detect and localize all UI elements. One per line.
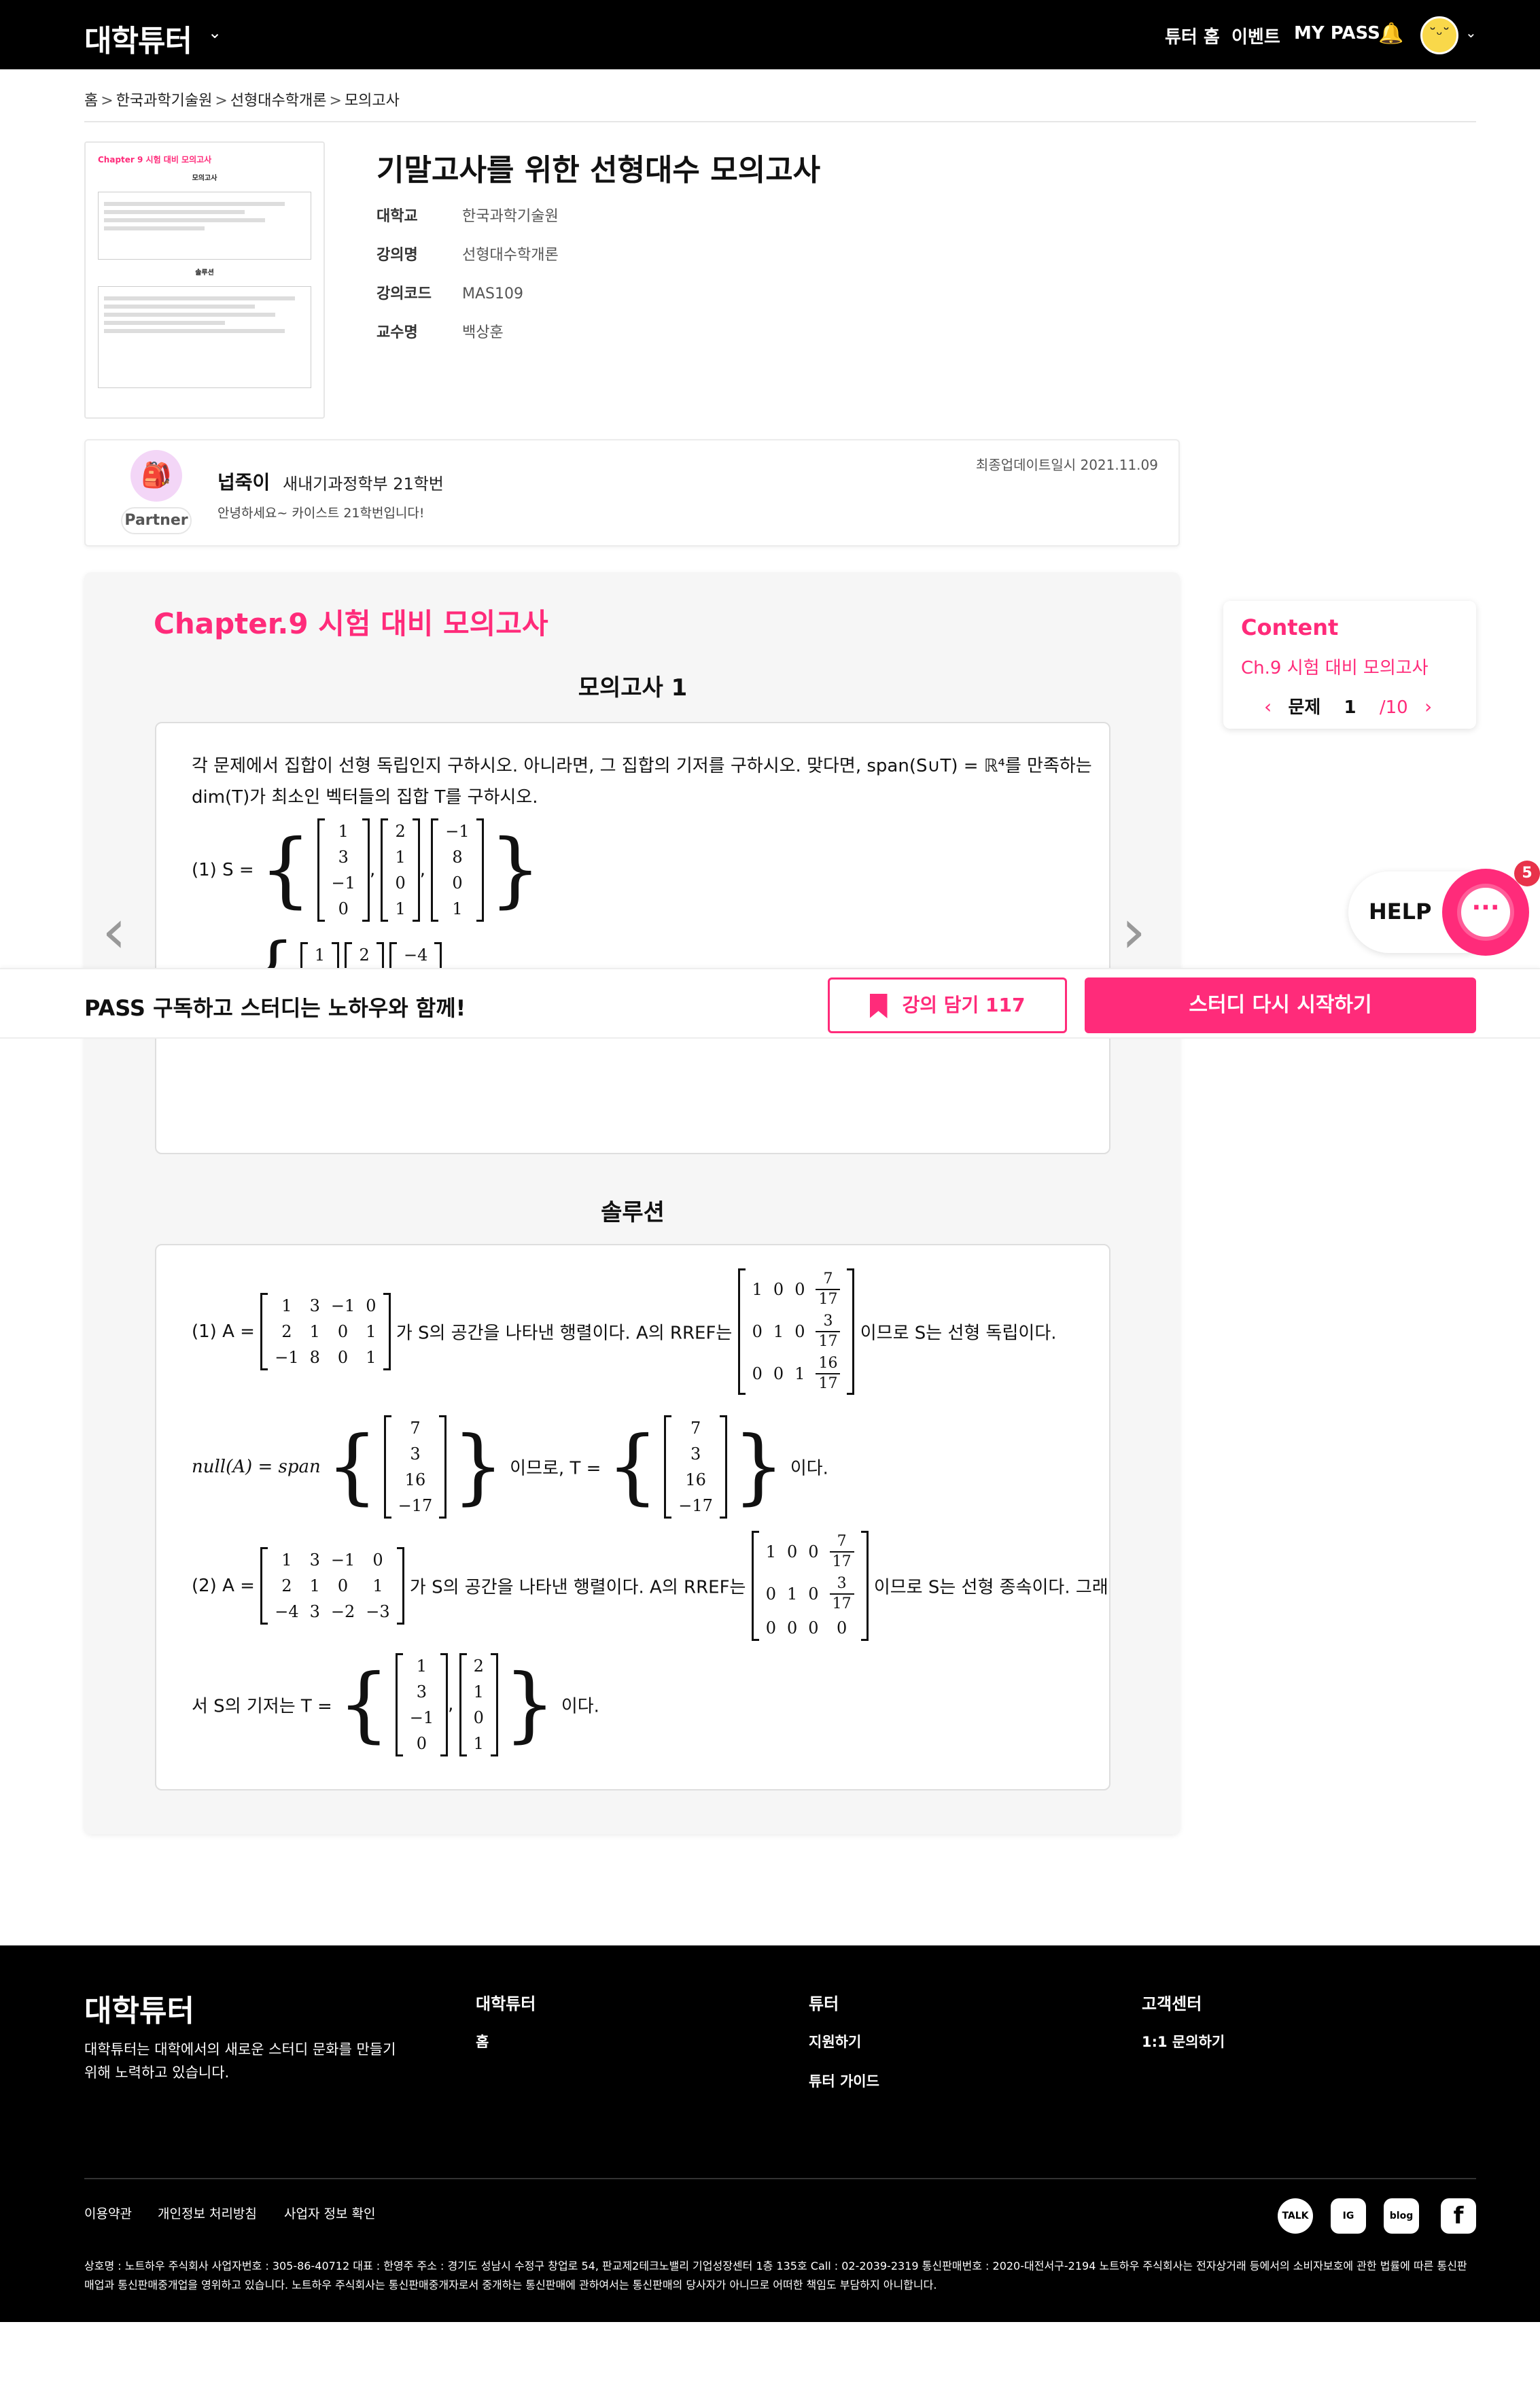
- help-label[interactable]: HELP: [1369, 899, 1431, 924]
- partner-card: 🎒 Partner 넙죽이 새내기과정학부 21학번 안녕하세요~ 카이스트 2…: [84, 439, 1180, 547]
- footer-privacy[interactable]: 개인정보 처리방침: [158, 2204, 257, 2222]
- footer-business-info[interactable]: 사업자 정보 확인: [284, 2204, 375, 2222]
- bookmark-button[interactable]: 강의 담기 117: [828, 977, 1067, 1033]
- breadcrumb: 홈 > 한국과학기술원 > 선형대수학개론 > 모의고사: [84, 92, 400, 109]
- chevron-down-icon[interactable]: ⌄: [208, 23, 222, 42]
- site-logo[interactable]: 대학튜터: [84, 16, 192, 60]
- last-updated: 최종업데이트일시 2021.11.09: [975, 457, 1158, 473]
- vector: 2101: [459, 1653, 498, 1756]
- rref-matrix: 1 0 0 7 17 0 1 0 3 17 0 0 1 16 17: [737, 1268, 855, 1395]
- rref-matrix: 1 0 0 7 17 0 1 0 3 17 0000: [751, 1531, 869, 1641]
- partner-name: 넙죽이: [217, 471, 270, 493]
- info-professor: 교수명 백상훈: [377, 324, 504, 341]
- restart-study-button[interactable]: 스터디 다시 시작하기: [1085, 977, 1476, 1033]
- vector: 7 3 16 −17: [664, 1415, 727, 1519]
- problem-heading: 모의고사 1: [578, 674, 688, 702]
- partner-greeting: 안녕하세요~ 카이스트 21학번입니다!: [217, 506, 425, 521]
- blog-icon[interactable]: blog: [1384, 2198, 1419, 2234]
- problem-set-s: (1) S = { 1 3 −1 0, 2101, −1 8 0 1 }: [192, 818, 541, 922]
- problem-set-s2-clipped: { 13 21 −43: [251, 934, 442, 969]
- sticky-cta-bar: PASS 구독하고 스터디는 노하우와 함께! 강의 담기 117 스터디 다시…: [0, 968, 1540, 1039]
- footer-col-title: 대학튜터: [476, 1994, 536, 2013]
- course-thumbnail: Chapter 9 시험 대비 모의고사 모의고사 솔루션: [84, 141, 325, 419]
- solution-box: (1) A = 1 3 −1 0 2101 −1 8 0 1 가 S의 공간을 나타낸 행렬…: [155, 1244, 1110, 1790]
- footer-link-home[interactable]: 홈: [476, 2031, 489, 2051]
- thumb-subtitle: 솔루션: [195, 269, 214, 277]
- footer-legal-text: 상호명 : 노트하우 주식회사 사업자번호 : 305-86-40712 대표 …: [84, 2259, 1467, 2291]
- problem-number-input[interactable]: 1: [1327, 697, 1374, 718]
- footer-col-title: 고객센터: [1142, 1994, 1202, 2013]
- cta-text: PASS 구독하고 스터디는 노하우와 함께!: [84, 995, 466, 1021]
- footer-col-title: 튜터: [809, 1994, 839, 2013]
- null-space-line: null(A) = span { 7 3 16 −17 } 이므로, T = { 73…: [192, 1415, 828, 1519]
- facebook-icon[interactable]: f: [1441, 2198, 1476, 2234]
- footer-link-guide[interactable]: 튜터 가이드: [809, 2071, 879, 2091]
- basis-line: 서 S의 기저는 T = { 1 3 −1 0, 2101 } 이다.: [192, 1653, 599, 1756]
- info-university: 대학교 한국과학기술원: [377, 208, 559, 225]
- partner-department: 새내기과정학부 21학번: [283, 474, 444, 493]
- footer-logo[interactable]: 대학튜터: [84, 1986, 194, 2030]
- top-header: 대학튜터 ⌄ 튜터 홈 이벤트 MY PASS 🔔 ˘ᵕ˘ ⌄: [0, 0, 1540, 69]
- thumb-subtitle: 모의고사: [192, 175, 217, 182]
- nav-tutor-home[interactable]: 튜터 홈: [1165, 23, 1220, 48]
- footer-description: 대학튜터는 대학에서의 새로운 스터디 문화를 만들기 위해 노력하고 있습니다…: [84, 2041, 396, 2081]
- thumb-title: Chapter 9 시험 대비 모의고사: [98, 155, 212, 164]
- footer-divider: [84, 2178, 1476, 2179]
- vector: 1 3 −1 0: [317, 818, 370, 922]
- vector: 1 3 −1 0: [395, 1653, 449, 1756]
- chevron-down-icon[interactable]: ⌄: [1465, 24, 1477, 41]
- problem-label: 문제: [1288, 697, 1321, 718]
- divider: [84, 121, 1476, 122]
- prev-arrow-icon[interactable]: ‹: [102, 896, 126, 967]
- matrix-a: 1 3 −1 0 2101 −1 8 0 1: [260, 1293, 391, 1370]
- matrix-a: 1 3 −1 0 2101 −4 3 −2 −3: [260, 1547, 404, 1625]
- instagram-icon[interactable]: IG: [1331, 2198, 1366, 2234]
- breadcrumb-current[interactable]: 모의고사: [345, 92, 400, 109]
- breadcrumb-course[interactable]: 선형대수학개론: [230, 92, 327, 109]
- info-course-code: 강의코드 MAS109: [377, 285, 523, 302]
- bookmark-icon: [869, 994, 888, 1018]
- chevron-left-icon[interactable]: ‹: [1264, 695, 1272, 718]
- problem-box: 각 문제에서 집합이 선형 독립인지 구하시오. 아니라면, 그 집합의 기저를…: [155, 722, 1110, 1154]
- footer-terms[interactable]: 이용약관: [84, 2204, 132, 2222]
- nav-event[interactable]: 이벤트: [1231, 23, 1280, 48]
- problem-label: (1) S =: [192, 860, 254, 880]
- footer-link-apply[interactable]: 지원하기: [809, 2031, 861, 2051]
- avatar[interactable]: ˘ᵕ˘: [1420, 16, 1458, 54]
- solution-heading: 솔루션: [601, 1199, 665, 1226]
- nav-my-pass[interactable]: MY PASS: [1294, 23, 1380, 44]
- vector: 7 3 16 −17: [383, 1415, 447, 1519]
- side-title: Content: [1241, 614, 1339, 640]
- solution-2: (2) A = 1 3 −1 0 2101 −4 3 −2 −3 가 S의 공간을 나타낸 …: [192, 1531, 1108, 1641]
- breadcrumb-university[interactable]: 한국과학기술원: [116, 92, 213, 109]
- problem-pager: ‹ 문제 1 /10 ›: [1264, 693, 1432, 718]
- page-title: 기말고사를 위한 선형대수 모의고사: [377, 153, 821, 188]
- side-chapter-link[interactable]: Ch.9 시험 대비 모의고사: [1241, 654, 1429, 679]
- chat-bubble-icon[interactable]: ···: [1457, 884, 1514, 941]
- problem-text-line2: dim(T)가 최소인 벡터들의 집합 T를 구하시오.: [192, 787, 538, 808]
- thumb-preview-box: [98, 192, 311, 260]
- thumb-preview-box: [98, 286, 311, 388]
- notification-badge: 5: [1514, 861, 1540, 886]
- bell-icon[interactable]: 🔔: [1378, 22, 1403, 46]
- footer-link-inquiry[interactable]: 1:1 문의하기: [1142, 2031, 1225, 2051]
- chapter-title: Chapter.9 시험 대비 모의고사: [154, 607, 548, 640]
- vector: −1 8 0 1: [431, 818, 484, 922]
- next-arrow-icon[interactable]: ›: [1121, 896, 1146, 967]
- chevron-right-icon[interactable]: ›: [1424, 695, 1432, 718]
- breadcrumb-home[interactable]: 홈: [84, 92, 98, 109]
- problem-text-line1: 각 문제에서 집합이 선형 독립인지 구하시오. 아니라면, 그 집합의 기저를…: [192, 756, 1092, 776]
- partner-avatar: 🎒: [130, 450, 182, 502]
- solution-1: (1) A = 1 3 −1 0 2101 −1 8 0 1 가 S의 공간을 나타낸 행렬…: [192, 1268, 1057, 1395]
- content-navigator: Content Ch.9 시험 대비 모의고사 ‹ 문제 1 /10 ›: [1223, 601, 1476, 729]
- vector: 2101: [381, 818, 420, 922]
- footer: 대학튜터 대학튜터는 대학에서의 새로운 스터디 문화를 만들기 위해 노력하고…: [0, 1945, 1540, 2322]
- problem-total: /10: [1379, 697, 1408, 718]
- partner-badge: Partner: [121, 507, 192, 534]
- info-course-name: 강의명 선형대수학개론: [377, 247, 559, 264]
- kakaotalk-icon[interactable]: TALK: [1278, 2198, 1313, 2234]
